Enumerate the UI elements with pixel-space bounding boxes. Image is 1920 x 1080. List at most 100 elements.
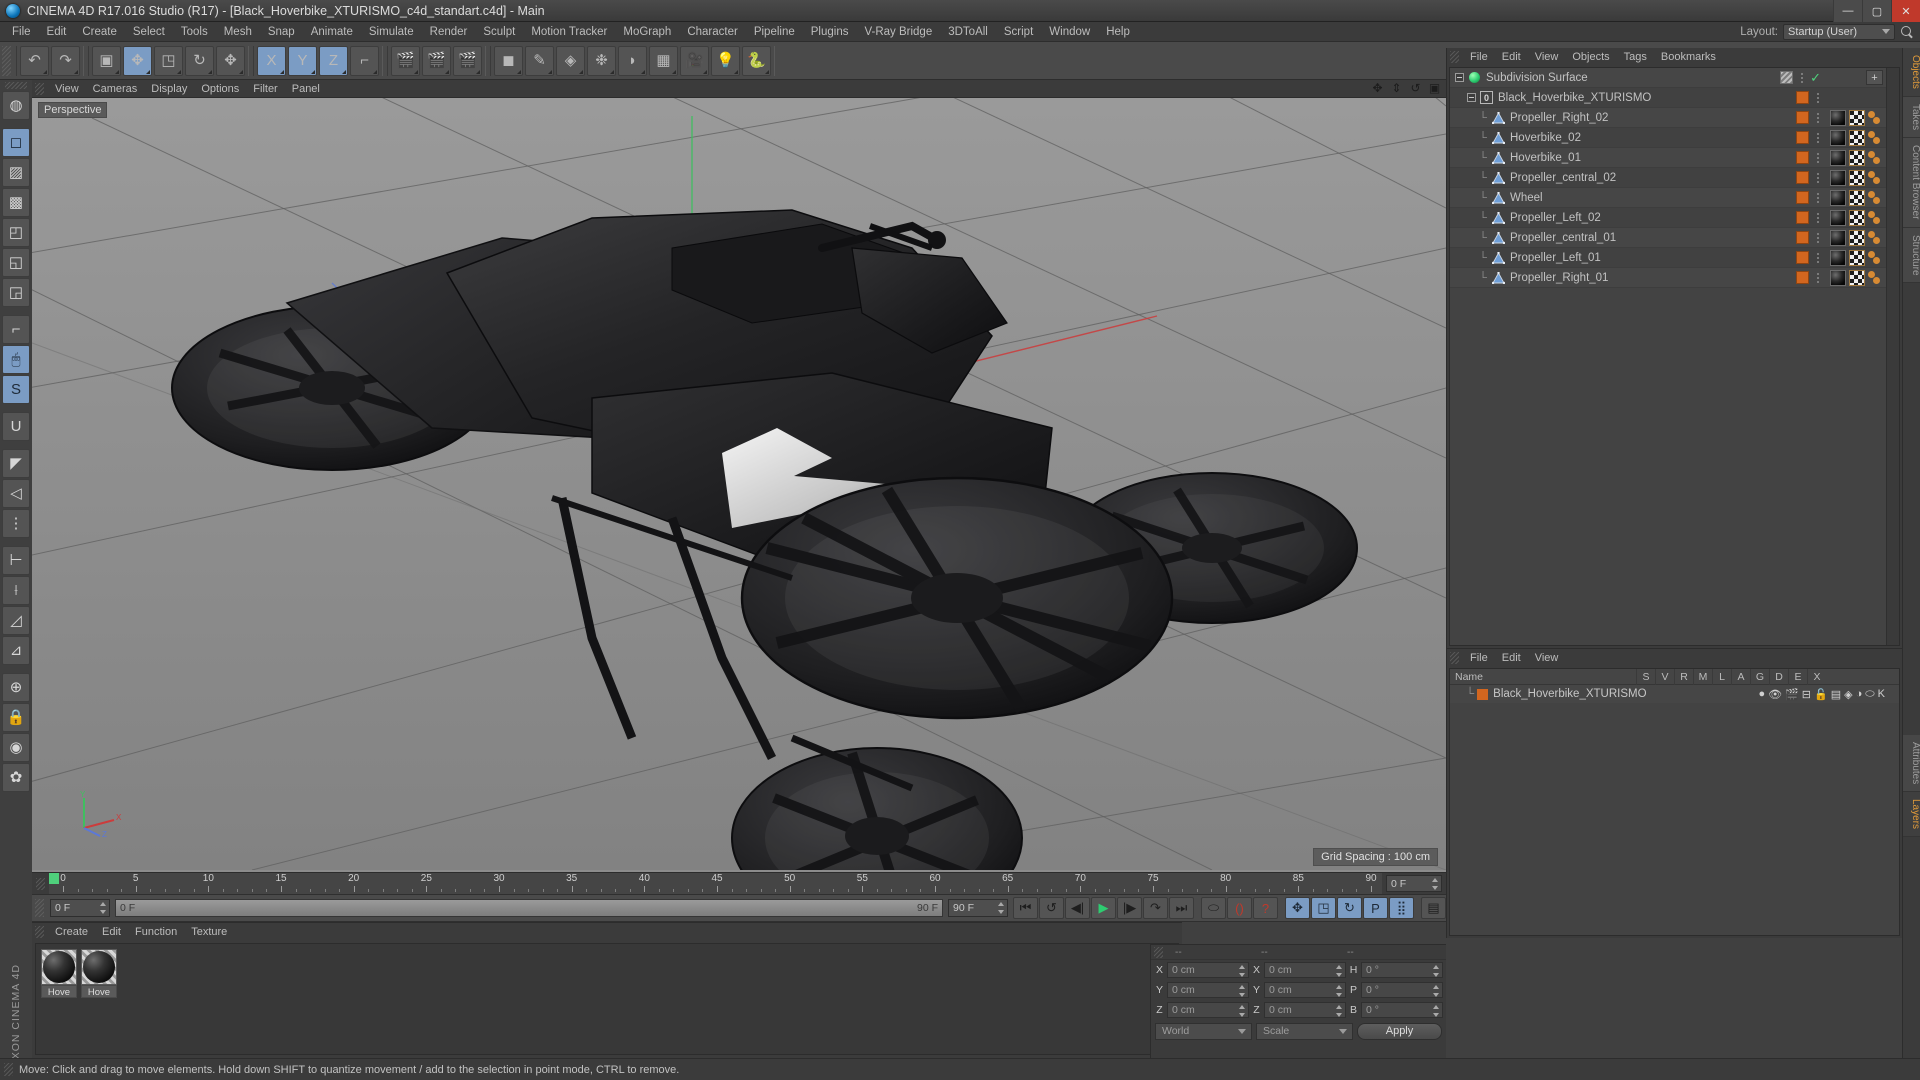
polygon-object-icon[interactable]	[1490, 209, 1507, 226]
play-loop-button[interactable]: ↷	[1143, 897, 1168, 919]
material-list[interactable]: Hove Hove	[35, 943, 1179, 1055]
point-level-animation-button[interactable]: ⣿	[1389, 897, 1414, 919]
menu-item-snap[interactable]: Snap	[260, 22, 303, 42]
spinner-icon[interactable]	[1433, 1005, 1440, 1017]
redo-button[interactable]: ↷	[51, 45, 80, 76]
go-to-start-button[interactable]: ⏮	[1013, 897, 1038, 919]
viewport-menu-panel[interactable]: Panel	[285, 80, 327, 98]
layer-color-swatch[interactable]	[1796, 111, 1809, 124]
menu-item-window[interactable]: Window	[1041, 22, 1098, 42]
menu-item-character[interactable]: Character	[679, 22, 746, 42]
layer-color-swatch[interactable]	[1796, 211, 1809, 224]
add-camera-button[interactable]: 🎥	[680, 45, 709, 76]
object-row[interactable]: Subdivision Surface ✓	[1450, 68, 1899, 88]
tree-toggle[interactable]: └	[1476, 128, 1490, 148]
menu-item-script[interactable]: Script	[996, 22, 1041, 42]
layer-color-swatch[interactable]	[1796, 251, 1809, 264]
menu-item-mesh[interactable]: Mesh	[216, 22, 260, 42]
solo-icon[interactable]: ●	[1758, 688, 1765, 700]
menu-item-simulate[interactable]: Simulate	[361, 22, 422, 42]
texture-mode-button[interactable]: ▨	[2, 158, 30, 187]
phong-tag-icon[interactable]	[1868, 150, 1884, 165]
coordinate-system-dropdown[interactable]: World	[1155, 1022, 1252, 1040]
phong-tag-icon[interactable]	[1868, 170, 1884, 185]
weight-button[interactable]: ⊕	[2, 673, 30, 702]
coord-field-size[interactable]: 0 cm	[1264, 982, 1346, 998]
spinner-icon[interactable]	[1239, 985, 1246, 997]
menu-item-motion-tracker[interactable]: Motion Tracker	[523, 22, 615, 42]
parameter-key-button[interactable]: P	[1363, 897, 1388, 919]
knife-button[interactable]: ⟊	[2, 576, 30, 605]
coord-field-rotation[interactable]: 0 °	[1361, 1002, 1443, 1018]
measure-button[interactable]: ⊢	[2, 546, 30, 575]
material-tag-icon[interactable]	[1830, 149, 1846, 166]
object-menu-tags[interactable]: Tags	[1617, 48, 1654, 66]
viewport-solo-button[interactable]: 🖱	[2, 345, 30, 374]
playhead[interactable]	[49, 872, 59, 884]
object-manager-scrollbar[interactable]	[1886, 68, 1899, 645]
spinner-icon[interactable]	[1336, 1005, 1343, 1017]
coord-field-size[interactable]: 0 cm	[1264, 1002, 1346, 1018]
rotate-tool-button[interactable]: ↻	[185, 45, 214, 76]
maximize-button[interactable]: ▢	[1862, 0, 1891, 22]
layer-color-swatch[interactable]	[1796, 131, 1809, 144]
extrude-button[interactable]: ⊿	[2, 636, 30, 665]
layer-grip[interactable]	[1450, 652, 1459, 664]
polygon-object-icon[interactable]	[1490, 269, 1507, 286]
polygon-object-icon[interactable]	[1490, 109, 1507, 126]
layer-column-e[interactable]: E	[1788, 668, 1807, 685]
visibility-dots-icon[interactable]	[1798, 72, 1805, 83]
timeline-grip[interactable]	[36, 877, 45, 890]
viewport-menu-view[interactable]: View	[48, 80, 86, 98]
object-row[interactable]: └ Wheel	[1450, 188, 1899, 208]
preview-range-track[interactable]: 0 F 90 F	[115, 899, 943, 917]
deformer-icon[interactable]: ◑	[1856, 688, 1863, 700]
z-axis-lock-button[interactable]: Z	[319, 45, 348, 76]
phong-tag-icon[interactable]	[1868, 130, 1884, 145]
spinner-icon[interactable]	[998, 902, 1005, 914]
object-tree[interactable]: Subdivision Surface ✓ 0 Black_Hoverbike_XTU…	[1449, 67, 1900, 646]
menu-item-v-ray-bridge[interactable]: V-Ray Bridge	[856, 22, 940, 42]
visibility-dots-icon[interactable]	[1780, 71, 1794, 84]
layer-menu-view[interactable]: View	[1528, 649, 1566, 667]
spinner-icon[interactable]	[100, 902, 107, 914]
undo-button[interactable]: ↶	[20, 45, 49, 76]
menu-item-3dtoall[interactable]: 3DToAll	[940, 22, 996, 42]
object-row[interactable]: └ Hoverbike_02	[1450, 128, 1899, 148]
points-mode-button[interactable]: ▩	[2, 188, 30, 217]
menu-item-edit[interactable]: Edit	[39, 22, 75, 42]
layer-column-l[interactable]: L	[1712, 668, 1731, 685]
material-tag-icon[interactable]	[1830, 229, 1846, 246]
render-view-button[interactable]: 🎬	[391, 45, 420, 76]
object-row[interactable]: └ Propeller_Left_02	[1450, 208, 1899, 228]
enabled-check-icon[interactable]: ✓	[1810, 71, 1821, 84]
enable-axis-button[interactable]: ⌐	[2, 315, 30, 344]
python-button[interactable]: 🐍	[742, 45, 771, 76]
spinner-icon[interactable]	[1336, 965, 1343, 977]
edges-mode-button[interactable]: ◰	[2, 218, 30, 247]
position-key-button[interactable]: ✥	[1285, 897, 1310, 919]
generator-icon[interactable]: ◈	[1844, 688, 1852, 701]
paint-button[interactable]: ◉	[2, 733, 30, 762]
phong-tag-icon[interactable]	[1868, 110, 1884, 125]
layer-column-v[interactable]: V	[1655, 668, 1674, 685]
keyframe-selection-button[interactable]: ?	[1253, 897, 1278, 919]
play-forward-button[interactable]: ▶	[1091, 897, 1116, 919]
next-frame-button[interactable]: |▶	[1117, 897, 1142, 919]
rotate-icon[interactable]: ↺	[1409, 82, 1422, 95]
tree-toggle[interactable]: └	[1476, 208, 1490, 228]
material-tag-icon[interactable]	[1830, 269, 1846, 286]
layer-column-r[interactable]: R	[1674, 668, 1693, 685]
workplane-button[interactable]: ◤	[2, 449, 30, 478]
lock-icon[interactable]: 🔓	[1814, 688, 1828, 701]
uv-tag-icon[interactable]	[1849, 229, 1865, 246]
viewport-grip[interactable]	[35, 82, 44, 95]
current-frame-field[interactable]: 0 F	[50, 899, 110, 917]
object-menu-edit[interactable]: Edit	[1495, 48, 1528, 66]
tree-toggle[interactable]	[1464, 88, 1478, 108]
right-tab-takes[interactable]: Takes	[1903, 96, 1920, 139]
material-tag-icon[interactable]	[1830, 209, 1846, 226]
visibility-dots-icon[interactable]	[1814, 92, 1821, 103]
object-menu-view[interactable]: View	[1528, 48, 1566, 66]
spinner-icon[interactable]	[1239, 965, 1246, 977]
